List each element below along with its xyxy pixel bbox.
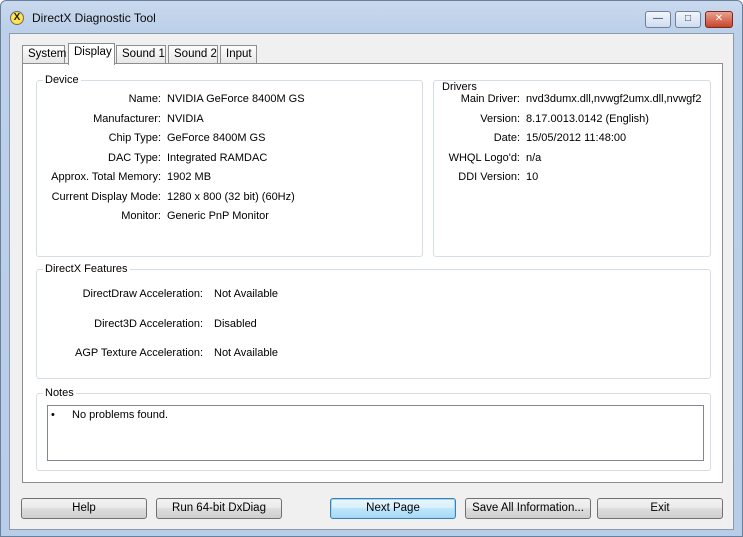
device-display-mode-label: Current Display Mode: xyxy=(51,191,161,203)
device-memory-value: 1902 MB xyxy=(167,171,212,183)
direct3d-value: Disabled xyxy=(214,318,257,330)
version-value: 8.17.0013.0142 (English) xyxy=(526,113,649,125)
device-row-manufacturer: Manufacturer: NVIDIA xyxy=(37,113,424,127)
version-label: Version: xyxy=(480,113,520,125)
device-memory-label: Approx. Total Memory: xyxy=(51,171,161,183)
tab-sound-2[interactable]: Sound 2 xyxy=(168,45,218,64)
window-title: DirectX Diagnostic Tool xyxy=(32,11,156,25)
directdraw-value: Not Available xyxy=(214,288,279,300)
device-name-label: Name: xyxy=(128,93,161,105)
note-item: No problems found. xyxy=(72,409,168,421)
close-button[interactable]: ✕ xyxy=(705,11,733,28)
ddi-version-label: DDI Version: xyxy=(458,171,520,183)
save-all-information-button[interactable]: Save All Information... xyxy=(465,498,591,519)
whql-value: n/a xyxy=(526,152,542,164)
drivers-row-version: Version: 8.17.0013.0142 (English) xyxy=(434,113,710,127)
device-row-monitor: Monitor: Generic PnP Monitor xyxy=(37,210,424,224)
drivers-row-ddi: DDI Version: 10 xyxy=(434,171,710,185)
device-row-name: Name: NVIDIA GeForce 8400M GS xyxy=(37,93,424,107)
ddi-version-value: 10 xyxy=(526,171,539,183)
help-button[interactable]: Help xyxy=(21,498,147,519)
run-64bit-dxdiag-button[interactable]: Run 64-bit DxDiag xyxy=(156,498,282,519)
display-tab-panel: Device Name: NVIDIA GeForce 8400M GS Man… xyxy=(22,63,723,483)
tab-display[interactable]: Display xyxy=(68,43,115,65)
main-driver-value: nvd3dumx.dll,nvwgf2umx.dll,nvwgf2 xyxy=(526,93,702,105)
whql-label: WHQL Logo'd: xyxy=(448,152,520,164)
directx-features-group: DirectX Features DirectDraw Acceleration… xyxy=(36,263,712,379)
feature-row-direct3d: Direct3D Acceleration: Disabled xyxy=(37,318,712,332)
device-row-dac-type: DAC Type: Integrated RAMDAC xyxy=(37,152,424,166)
features-heading: DirectX Features xyxy=(43,263,130,275)
feature-row-directdraw: DirectDraw Acceleration: Not Available xyxy=(37,288,712,302)
next-page-button[interactable]: Next Page xyxy=(330,498,456,519)
close-icon: ✕ xyxy=(714,13,724,24)
drivers-group: Drivers Main Driver: nvd3dumx.dll,nvwgf2… xyxy=(433,80,711,257)
drivers-row-main-driver: Main Driver: nvd3dumx.dll,nvwgf2umx.dll,… xyxy=(434,93,710,107)
tab-sound-1[interactable]: Sound 1 xyxy=(116,45,166,64)
device-chip-type-label: Chip Type: xyxy=(108,132,161,144)
maximize-icon: □ xyxy=(684,13,692,24)
tab-input[interactable]: Input xyxy=(220,45,257,64)
device-row-display-mode: Current Display Mode: 1280 x 800 (32 bit… xyxy=(37,191,424,205)
device-row-chip-type: Chip Type: GeForce 8400M GS xyxy=(37,132,424,146)
device-manufacturer-value: NVIDIA xyxy=(167,113,204,125)
tab-system[interactable]: System xyxy=(22,45,66,64)
client-area: System Display Sound 1 Sound 2 Input Dev… xyxy=(9,33,734,530)
device-manufacturer-label: Manufacturer: xyxy=(93,113,161,125)
feature-row-agp: AGP Texture Acceleration: Not Available xyxy=(37,347,712,361)
device-dac-type-value: Integrated RAMDAC xyxy=(167,152,268,164)
device-monitor-label: Monitor: xyxy=(121,210,161,222)
drivers-row-date: Date: 15/05/2012 11:48:00 xyxy=(434,132,710,146)
minimize-button[interactable]: — xyxy=(645,11,671,28)
device-monitor-value: Generic PnP Monitor xyxy=(167,210,269,222)
device-name-value: NVIDIA GeForce 8400M GS xyxy=(167,93,305,105)
device-row-memory: Approx. Total Memory: 1902 MB xyxy=(37,171,424,185)
title-bar[interactable]: X DirectX Diagnostic Tool — □ ✕ xyxy=(1,1,742,35)
main-driver-label: Main Driver: xyxy=(460,93,520,105)
notes-textbox[interactable]: • No problems found. xyxy=(47,405,704,461)
directdraw-label: DirectDraw Acceleration: xyxy=(82,288,203,300)
exit-button[interactable]: Exit xyxy=(597,498,723,519)
minimize-icon: — xyxy=(653,13,663,24)
direct3d-label: Direct3D Acceleration: xyxy=(94,318,203,330)
device-chip-type-value: GeForce 8400M GS xyxy=(167,132,266,144)
drivers-heading: Drivers xyxy=(440,81,479,93)
device-group: Device Name: NVIDIA GeForce 8400M GS Man… xyxy=(36,74,424,257)
maximize-button[interactable]: □ xyxy=(675,11,701,28)
date-value: 15/05/2012 11:48:00 xyxy=(526,132,627,144)
agp-value: Not Available xyxy=(214,347,279,359)
device-display-mode-value: 1280 x 800 (32 bit) (60Hz) xyxy=(167,191,295,203)
dxdiag-window: X DirectX Diagnostic Tool — □ ✕ System D… xyxy=(0,0,743,537)
device-dac-type-label: DAC Type: xyxy=(108,152,161,164)
date-label: Date: xyxy=(493,132,520,144)
notes-group: Notes • No problems found. xyxy=(36,387,711,471)
agp-label: AGP Texture Acceleration: xyxy=(75,347,203,359)
drivers-row-whql: WHQL Logo'd: n/a xyxy=(434,152,710,166)
note-bullet: • xyxy=(51,409,55,421)
notes-heading: Notes xyxy=(43,387,76,399)
device-heading: Device xyxy=(43,74,81,86)
directx-x-icon: X xyxy=(10,11,24,25)
